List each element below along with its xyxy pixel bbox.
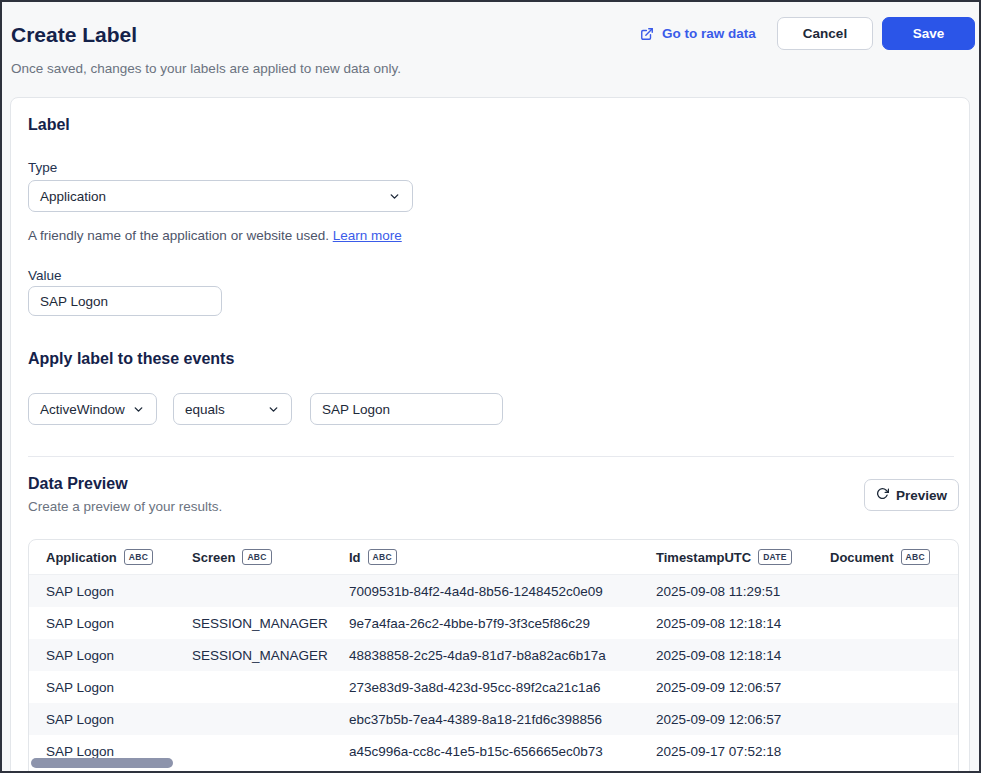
column-type-badge: ABC	[242, 549, 271, 565]
table-header-row: ApplicationABCScreenABCIdABCTimestampUTC…	[29, 540, 958, 575]
table-cell: SAP Logon	[29, 744, 175, 759]
table-cell: 48838858-2c25-4da9-81d7-b8a82ac6b17a	[332, 648, 639, 663]
table-cell: 2025-09-09 12:06:57	[639, 680, 813, 695]
data-preview-subtitle: Create a preview of your results.	[28, 499, 222, 514]
preview-button[interactable]: Preview	[864, 479, 959, 511]
operator-select[interactable]: equals	[173, 393, 292, 425]
section-divider	[28, 456, 954, 457]
type-select[interactable]: Application	[28, 180, 413, 212]
event-field-select[interactable]: ActiveWindow	[28, 393, 157, 425]
column-header[interactable]: DocumentABC	[813, 549, 958, 565]
learn-more-link[interactable]: Learn more	[333, 228, 402, 243]
column-header[interactable]: ApplicationABC	[29, 549, 175, 565]
value-input[interactable]: SAP Logon	[28, 286, 222, 316]
type-helper-text: A friendly name of the application or we…	[28, 228, 402, 243]
table-cell: 2025-09-09 12:06:57	[639, 712, 813, 727]
table-row[interactable]: SAP Logon 7009531b-84f2-4a4d-8b56-1248452…	[29, 575, 958, 607]
column-header[interactable]: IdABC	[332, 549, 639, 565]
column-type-badge: ABC	[901, 549, 930, 565]
chevron-down-icon	[388, 190, 401, 203]
refresh-icon	[876, 487, 889, 503]
column-type-badge: DATE	[758, 549, 792, 565]
table-cell: SAP Logon	[29, 680, 175, 695]
column-header[interactable]: TimestampUTCDATE	[639, 549, 813, 565]
table-body: SAP Logon 7009531b-84f2-4a4d-8b56-1248452…	[29, 575, 958, 767]
table-cell: 7009531b-84f2-4a4d-8b56-1248452c0e09	[332, 584, 639, 599]
save-button[interactable]: Save	[882, 17, 975, 50]
table-cell: SAP Logon	[29, 584, 175, 599]
table-row[interactable]: SAP LogonSESSION_MANAGER48838858-2c25-4d…	[29, 639, 958, 671]
table-row[interactable]: SAP LogonSESSION_MANAGER9e7a4faa-26c2-4b…	[29, 607, 958, 639]
data-preview-table: ApplicationABCScreenABCIdABCTimestampUTC…	[28, 539, 959, 772]
table-cell: SESSION_MANAGER	[175, 616, 332, 631]
table-cell: SESSION_MANAGER	[175, 648, 332, 663]
chevron-down-icon	[267, 403, 280, 416]
table-cell: SAP Logon	[29, 616, 175, 631]
horizontal-scrollbar-thumb[interactable]	[31, 758, 173, 768]
table-cell: ebc37b5b-7ea4-4389-8a18-21fd6c398856	[332, 712, 639, 727]
column-type-badge: ABC	[124, 549, 153, 565]
apply-section-heading: Apply label to these events	[28, 350, 234, 368]
table-cell: 273e83d9-3a8d-423d-95cc-89f2ca21c1a6	[332, 680, 639, 695]
table-row[interactable]: SAP Logon 273e83d9-3a8d-423d-95cc-89f2ca2…	[29, 671, 958, 703]
column-type-badge: ABC	[368, 549, 397, 565]
table-cell: 2025-09-08 12:18:14	[639, 648, 813, 663]
table-cell: 2025-09-08 11:29:51	[639, 584, 813, 599]
page-subtitle: Once saved, changes to your labels are a…	[11, 61, 401, 76]
external-link-icon	[640, 27, 654, 41]
label-section-heading: Label	[28, 116, 70, 134]
table-cell: SAP Logon	[29, 712, 175, 727]
type-label: Type	[28, 160, 57, 175]
table-cell: 9e7a4faa-26c2-4bbe-b7f9-3f3ce5f86c29	[332, 616, 639, 631]
event-value-input[interactable]: SAP Logon	[310, 393, 503, 425]
table-cell: SAP Logon	[29, 648, 175, 663]
data-preview-heading: Data Preview	[28, 475, 128, 493]
table-row[interactable]: SAP Logon ebc37b5b-7ea4-4389-8a18-21fd6c3…	[29, 703, 958, 735]
table-cell: a45c996a-cc8c-41e5-b15c-656665ec0b73	[332, 744, 639, 759]
cancel-button[interactable]: Cancel	[777, 17, 873, 50]
table-cell: 2025-09-08 12:18:14	[639, 616, 813, 631]
go-to-raw-data-link[interactable]: Go to raw data	[640, 26, 756, 41]
table-cell: 2025-09-17 07:52:18	[639, 744, 813, 759]
chevron-down-icon	[132, 403, 145, 416]
page-title: Create Label	[11, 23, 137, 47]
value-label: Value	[28, 268, 62, 283]
form-card: Label Type Application A friendly name o…	[10, 97, 970, 773]
column-header[interactable]: ScreenABC	[175, 549, 332, 565]
